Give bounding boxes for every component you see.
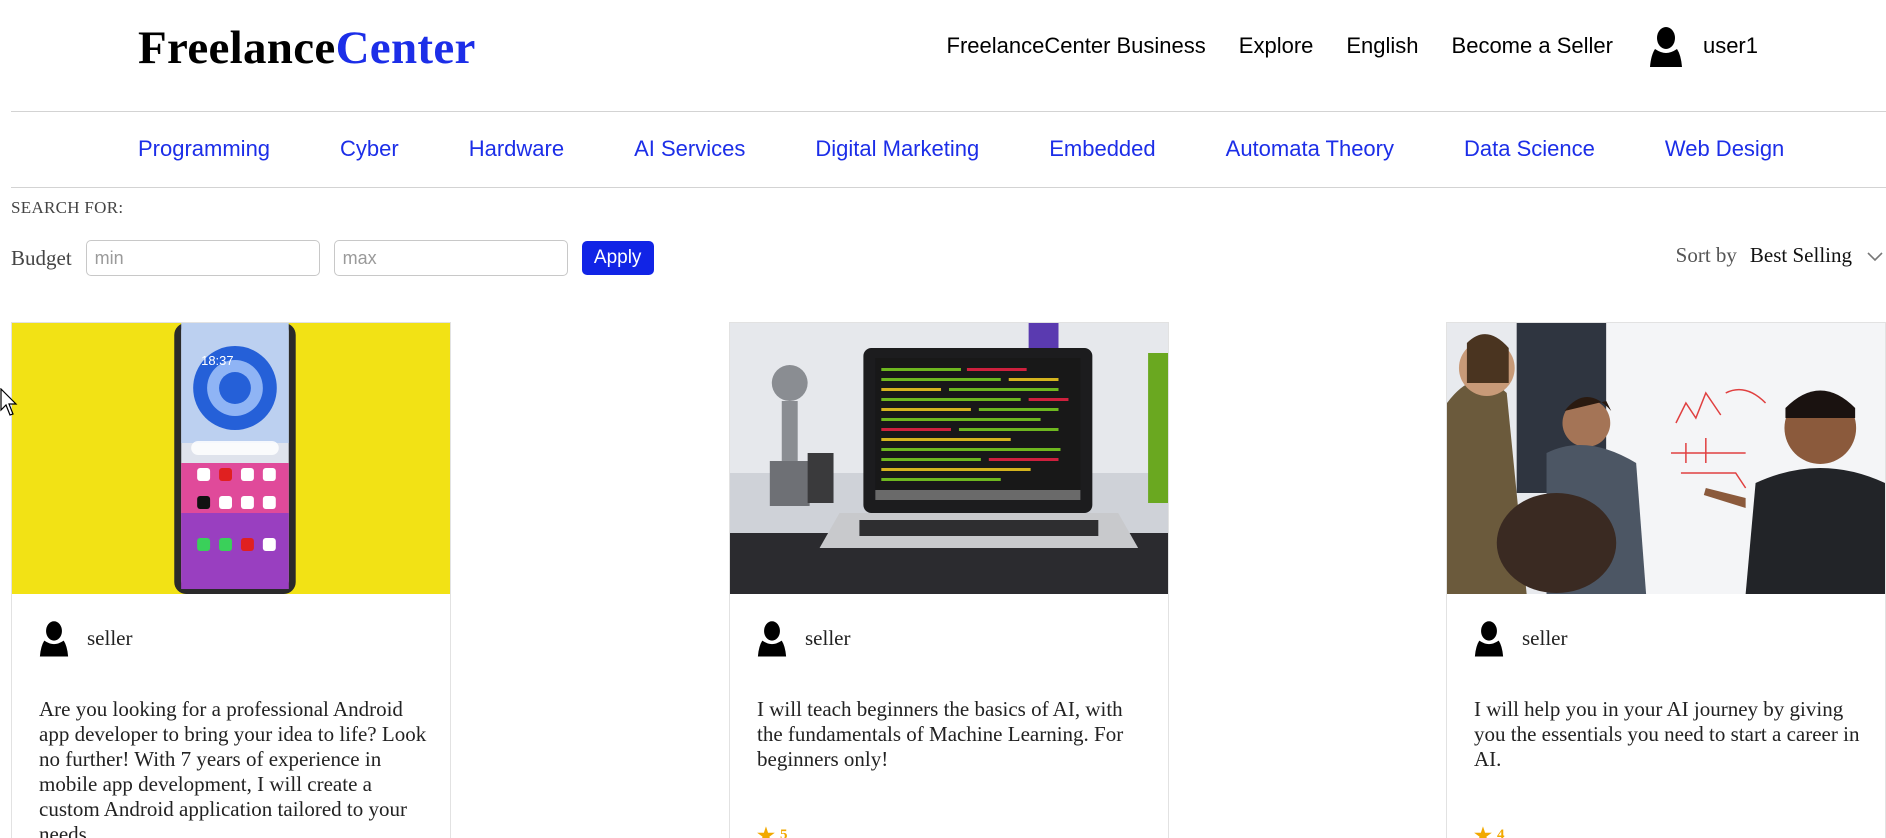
category-cyber[interactable]: Cyber bbox=[340, 134, 399, 164]
nav-business-link[interactable]: FreelanceCenter Business bbox=[947, 33, 1206, 59]
mouse-cursor-icon bbox=[0, 388, 18, 416]
star-icon: ★ bbox=[757, 825, 775, 838]
nav-language-link[interactable]: English bbox=[1346, 33, 1418, 59]
seller-name: seller bbox=[805, 625, 851, 650]
gig-rating: ★ 4 bbox=[1474, 823, 1504, 838]
gig-rating: ★ 5 bbox=[757, 823, 787, 838]
category-digital-marketing[interactable]: Digital Marketing bbox=[815, 134, 979, 164]
nav-become-seller-link[interactable]: Become a Seller bbox=[1452, 33, 1613, 59]
seller-avatar-icon bbox=[39, 621, 69, 657]
top-navigation: FreelanceCenter Business Explore English… bbox=[947, 27, 1758, 67]
site-logo[interactable]: FreelanceCenter bbox=[138, 20, 476, 76]
gig-description: Are you looking for a professional Andro… bbox=[39, 697, 427, 838]
gig-image-laptop-code bbox=[730, 323, 1168, 594]
header-divider bbox=[11, 111, 1886, 112]
search-for-label: SEARCH FOR: bbox=[11, 198, 124, 217]
sort-by-label: Sort by bbox=[1675, 243, 1737, 267]
seller-avatar-icon bbox=[1474, 621, 1504, 657]
gig-description: I will teach beginners the basics of AI,… bbox=[757, 697, 1124, 771]
svg-text:18:37: 18:37 bbox=[201, 353, 233, 368]
apply-button[interactable]: Apply bbox=[581, 241, 654, 275]
seller-name: seller bbox=[1522, 625, 1568, 650]
seller-info[interactable]: seller bbox=[757, 619, 850, 657]
seller-name: seller bbox=[87, 625, 133, 650]
seller-info[interactable]: seller bbox=[39, 619, 132, 657]
category-hardware[interactable]: Hardware bbox=[469, 134, 564, 164]
rating-value: 4 bbox=[1496, 827, 1505, 838]
logo-part-freelance: Freelance bbox=[138, 22, 336, 74]
rating-value: 5 bbox=[779, 827, 788, 838]
budget-max-input[interactable] bbox=[333, 240, 568, 276]
star-icon: ★ bbox=[1474, 825, 1492, 838]
seller-info[interactable]: seller bbox=[1474, 619, 1567, 657]
gig-image-android-phone: 18:37 bbox=[12, 323, 450, 594]
category-ai-services[interactable]: AI Services bbox=[634, 134, 745, 164]
category-navigation: Programming Cyber Hardware AI Services D… bbox=[138, 134, 1784, 164]
user-menu[interactable]: user1 bbox=[1649, 25, 1758, 67]
category-embedded[interactable]: Embedded bbox=[1049, 134, 1155, 164]
gig-image-team-whiteboard bbox=[1447, 323, 1885, 594]
gig-card[interactable]: 18:37 seller Are you looking for a profe… bbox=[11, 322, 451, 838]
logo-part-center: Center bbox=[335, 22, 476, 74]
category-automata-theory[interactable]: Automata Theory bbox=[1226, 134, 1394, 164]
user-avatar-icon bbox=[1649, 27, 1682, 67]
budget-label: Budget bbox=[11, 245, 72, 270]
username-label: user1 bbox=[1702, 33, 1758, 58]
budget-min-input[interactable] bbox=[85, 240, 320, 276]
gig-card[interactable]: seller I will help you in your AI journe… bbox=[1446, 322, 1886, 838]
sort-by-control[interactable]: Sort by Best Selling bbox=[1676, 243, 1886, 268]
nav-explore-link[interactable]: Explore bbox=[1239, 33, 1314, 59]
gig-description: I will help you in your AI journey by gi… bbox=[1474, 697, 1860, 771]
budget-filter: Budget Apply bbox=[11, 240, 654, 276]
sort-by-value: Best Selling bbox=[1749, 243, 1852, 267]
seller-avatar-icon bbox=[757, 621, 787, 657]
gig-card[interactable]: seller I will teach beginners the basics… bbox=[729, 322, 1169, 838]
category-divider bbox=[11, 187, 1886, 188]
category-programming[interactable]: Programming bbox=[138, 134, 270, 164]
chevron-down-icon bbox=[1867, 251, 1883, 261]
category-data-science[interactable]: Data Science bbox=[1464, 134, 1595, 164]
category-web-design[interactable]: Web Design bbox=[1665, 134, 1784, 164]
